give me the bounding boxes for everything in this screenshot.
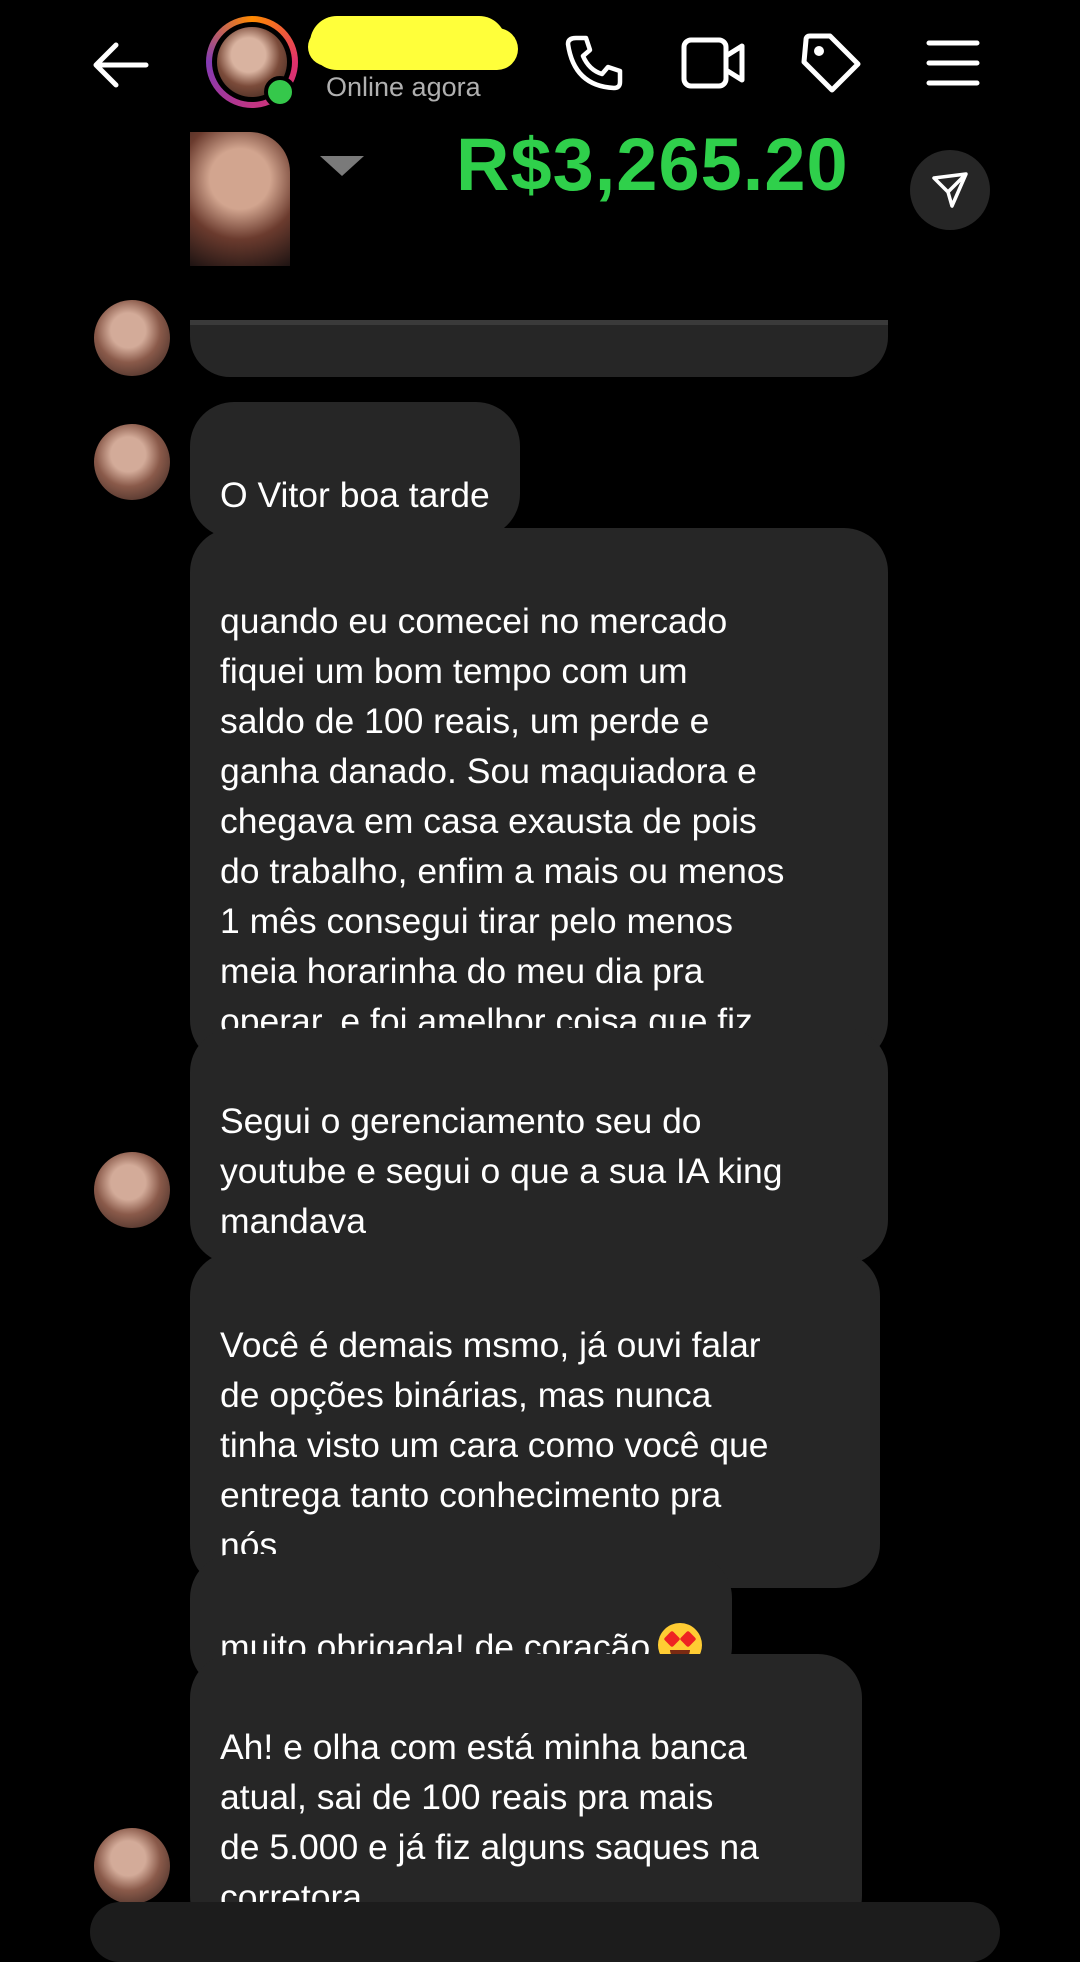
tag-icon[interactable] xyxy=(800,32,862,94)
message-bubble[interactable]: Ah! e olha com está minha banca atual, s… xyxy=(190,1654,862,1940)
menu-icon[interactable] xyxy=(926,38,980,88)
sender-avatar[interactable] xyxy=(94,300,170,376)
shared-post-image[interactable] xyxy=(190,132,290,266)
sender-avatar[interactable] xyxy=(94,424,170,500)
message-text: Ah! e olha com está minha banca atual, s… xyxy=(220,1727,759,1917)
shared-post-footer[interactable] xyxy=(190,320,888,377)
message-bubble[interactable]: O Vitor boa tarde xyxy=(190,402,520,538)
redacted-contact-name[interactable] xyxy=(310,16,506,70)
message-text: O Vitor boa tarde xyxy=(220,475,490,515)
phone-icon[interactable] xyxy=(562,32,624,94)
balance-amount: R$3,265.20 xyxy=(456,123,849,206)
message-composer[interactable] xyxy=(90,1902,1000,1962)
message-text: Segui o gerenciamento seu do youtube e s… xyxy=(220,1101,783,1241)
send-icon xyxy=(932,172,968,208)
sender-avatar[interactable] xyxy=(94,1152,170,1228)
message-text: quando eu comecei no mercado fiquei um b… xyxy=(220,601,785,1041)
message-bubble[interactable]: Você é demais msmo, já ouvi falar de opç… xyxy=(190,1252,880,1588)
online-status: Online agora xyxy=(326,72,481,102)
message-text: Você é demais msmo, já ouvi falar de opç… xyxy=(220,1325,769,1565)
share-button[interactable] xyxy=(910,150,990,230)
message-bubble[interactable]: Segui o gerenciamento seu do youtube e s… xyxy=(190,1028,888,1264)
video-camera-icon[interactable] xyxy=(680,36,746,90)
sender-avatar[interactable] xyxy=(94,1828,170,1904)
back-arrow-icon[interactable] xyxy=(90,40,150,90)
message-bubble[interactable]: quando eu comecei no mercado fiquei um b… xyxy=(190,528,888,1064)
online-indicator xyxy=(264,76,296,108)
dropdown-triangle-icon xyxy=(320,156,364,176)
